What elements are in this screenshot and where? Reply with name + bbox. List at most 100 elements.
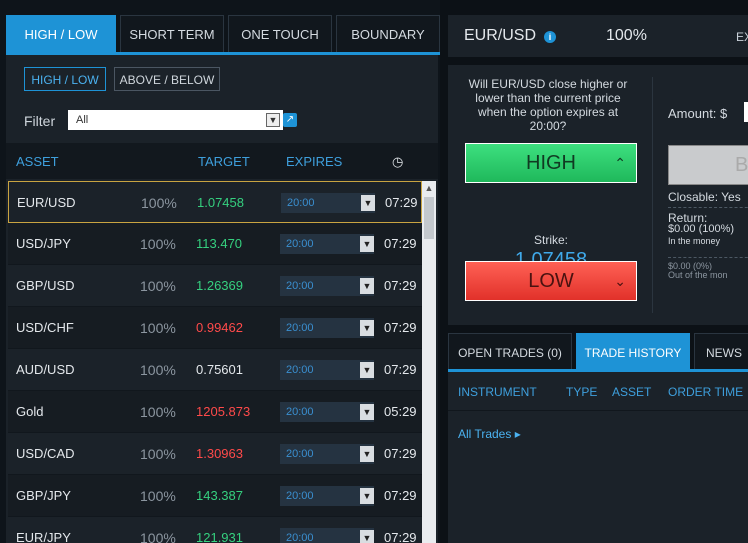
high-button[interactable]: HIGH ⌃ [465, 143, 637, 183]
time-remaining: 07:29 [384, 236, 417, 251]
chevron-down-icon[interactable]: ▼ [360, 236, 374, 252]
expiry-value: 20:00 [286, 238, 314, 250]
expiry-select[interactable]: 20:00 ▼ [281, 193, 375, 213]
tab-boundary[interactable]: BOUNDARY [336, 15, 440, 53]
scroll-thumb[interactable] [424, 197, 434, 239]
target-price: 1.26369 [196, 278, 243, 293]
return-value: $0.00 (100%) [668, 223, 735, 235]
expiry-select[interactable]: 20:00 ▼ [280, 402, 374, 422]
chevron-down-icon[interactable]: ▼ [360, 530, 374, 543]
tab-short-term[interactable]: SHORT TERM [120, 15, 224, 53]
asset-name: GBP/USD [16, 278, 75, 293]
table-row[interactable]: EUR/JPY 100% 121.931 20:00 ▼ 07:29 [8, 517, 422, 543]
selected-pair: EUR/USD [464, 27, 537, 44]
low-button[interactable]: LOW ⌄ [465, 261, 637, 301]
expiry-label: EX [736, 30, 748, 44]
col-target[interactable]: TARGET [198, 154, 250, 169]
asset-name: USD/CAD [16, 446, 75, 461]
target-price: 1.07458 [197, 195, 244, 210]
payout-percent: 100% [140, 404, 176, 420]
expiry-select[interactable]: 20:00 ▼ [280, 444, 374, 464]
table-row[interactable]: GBP/USD 100% 1.26369 20:00 ▼ 07:29 [8, 265, 422, 307]
table-row[interactable]: Gold 100% 1205.873 20:00 ▼ 05:29 [8, 391, 422, 433]
expiry-select[interactable]: 20:00 ▼ [280, 276, 374, 296]
time-remaining: 07:29 [385, 195, 418, 210]
buy-button[interactable]: B [668, 145, 748, 185]
chevron-down-icon[interactable]: ▼ [360, 362, 374, 378]
expiry-select[interactable]: 20:00 ▼ [280, 234, 374, 254]
strike-label: Strike: [533, 233, 568, 247]
target-price: 113.470 [196, 236, 243, 251]
popout-icon[interactable]: ↗ [283, 113, 297, 127]
closable-text: Closable: Yes [668, 190, 741, 204]
asset-name: EUR/JPY [16, 530, 71, 543]
asset-name: GBP/JPY [16, 488, 71, 503]
divider [448, 410, 748, 411]
expiry-select[interactable]: 20:00 ▼ [280, 360, 374, 380]
expiry-select[interactable]: 20:00 ▼ [280, 486, 374, 506]
tab-one-touch[interactable]: ONE TOUCH [228, 15, 332, 53]
table-row[interactable]: USD/CAD 100% 1.30963 20:00 ▼ 07:29 [8, 433, 422, 475]
trade-question: Will EUR/USD close higher or lower than … [468, 77, 628, 133]
chevron-down-icon: ⌄ [614, 273, 626, 289]
table-row[interactable]: USD/CHF 100% 0.99462 20:00 ▼ 07:29 [8, 307, 422, 349]
chevron-down-icon[interactable]: ▼ [360, 446, 374, 462]
col-asset[interactable]: ASSET [16, 154, 59, 169]
table-row[interactable]: EUR/USD 100% 1.07458 20:00 ▼ 07:29 [8, 181, 422, 223]
time-remaining: 07:29 [384, 446, 417, 461]
chevron-down-icon[interactable]: ▼ [360, 320, 374, 336]
otm-label: Out of the mon [668, 270, 728, 280]
trade-history-panel: INSTRUMENT TYPE ASSET ORDER TIME All Tra… [448, 372, 748, 543]
divider [652, 77, 653, 313]
col-expires[interactable]: EXPIRES [286, 154, 342, 169]
tab-news[interactable]: NEWS [694, 333, 748, 371]
time-remaining: 07:29 [384, 362, 417, 377]
col-order-time[interactable]: ORDER TIME [668, 385, 743, 399]
clock-icon: ◷ [392, 154, 404, 169]
payout-percent: 100% [140, 530, 176, 543]
chevron-down-icon[interactable]: ▼ [360, 278, 374, 294]
info-icon[interactable]: i [544, 31, 556, 43]
col-asset[interactable]: ASSET [612, 385, 651, 399]
table-header: ASSET TARGET EXPIRES ◷ [6, 143, 438, 179]
chevron-down-icon[interactable]: ▼ [361, 195, 375, 211]
chevron-down-icon[interactable]: ▼ [360, 488, 374, 504]
tab-open-trades[interactable]: OPEN TRADES (0) [448, 333, 572, 371]
table-row[interactable]: GBP/JPY 100% 143.387 20:00 ▼ 07:29 [8, 475, 422, 517]
tab-high-low[interactable]: HIGH / LOW [6, 15, 116, 53]
filter-select[interactable]: All ▼ [68, 110, 283, 130]
chevron-down-icon[interactable]: ▼ [266, 113, 280, 127]
col-instrument[interactable]: INSTRUMENT [458, 385, 537, 399]
expiry-value: 20:00 [286, 364, 314, 376]
payout-percent: 100% [140, 278, 176, 294]
target-price: 121.931 [196, 530, 243, 543]
payout-percent: 100% [140, 488, 176, 504]
target-price: 0.99462 [196, 320, 243, 335]
time-remaining: 07:29 [384, 530, 417, 543]
expiry-value: 20:00 [286, 532, 314, 543]
asset-rows: EUR/USD 100% 1.07458 20:00 ▼ 07:29 USD/JPY 100%… [6, 181, 438, 543]
target-price: 1.30963 [196, 446, 243, 461]
scrollbar[interactable]: ▲ [422, 181, 436, 543]
table-row[interactable]: USD/JPY 100% 113.470 20:00 ▼ 07:29 [8, 223, 422, 265]
subtab-above-below[interactable]: ABOVE / BELOW [114, 67, 220, 91]
chevron-down-icon[interactable]: ▼ [360, 404, 374, 420]
table-row[interactable]: AUD/USD 100% 0.75601 20:00 ▼ 07:29 [8, 349, 422, 391]
payout-percent: 100% [140, 446, 176, 462]
subtab-high-low[interactable]: HIGH / LOW [24, 67, 106, 91]
tab-trade-history[interactable]: TRADE HISTORY [576, 333, 690, 371]
divider [668, 207, 748, 208]
all-trades-link[interactable]: All Trades ▸ [458, 427, 521, 441]
low-label: LOW [528, 270, 574, 292]
expiry-value: 20:00 [286, 406, 314, 418]
expiry-select[interactable]: 20:00 ▼ [280, 528, 374, 543]
expiry-select[interactable]: 20:00 ▼ [280, 318, 374, 338]
scroll-up-icon[interactable]: ▲ [422, 181, 436, 195]
amount-input[interactable] [744, 102, 748, 122]
option-type-tabs: HIGH / LOW SHORT TERM ONE TOUCH BOUNDARY [6, 15, 440, 53]
payout-percent: 100% [140, 236, 176, 252]
col-type[interactable]: TYPE [566, 385, 597, 399]
asset-name: USD/JPY [16, 236, 71, 251]
asset-name: USD/CHF [16, 320, 74, 335]
asset-name: EUR/USD [17, 195, 76, 210]
